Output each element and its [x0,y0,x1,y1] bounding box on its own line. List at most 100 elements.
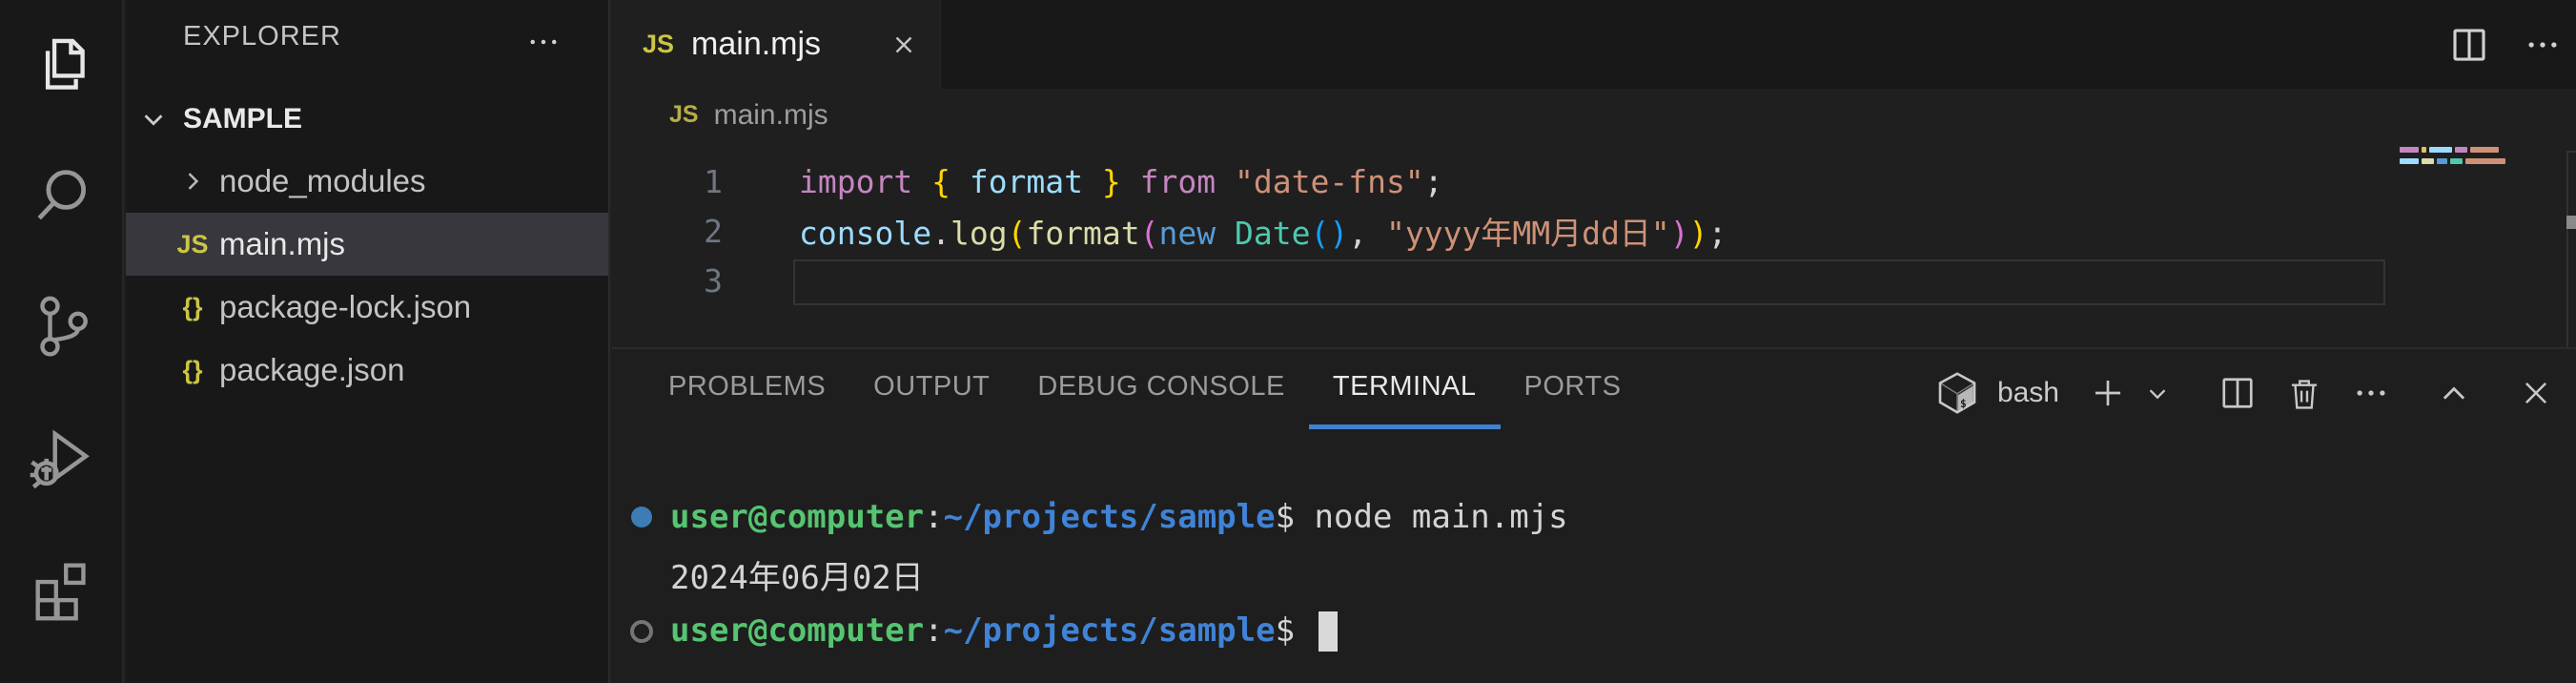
explorer-item-package-lock.json[interactable]: {}package-lock.json [126,276,608,339]
terminal-gutter [612,620,670,643]
code-editor[interactable]: 1 import { format } from "date-fns"; 2 cons… [612,141,2576,347]
terminal-segment: node main.mjs [1315,498,1568,536]
close-panel-icon[interactable] [2519,376,2553,410]
code-token: , [1348,215,1386,252]
terminal-segment: : [924,498,943,536]
code-token: "date-fns" [1235,163,1424,200]
minimap-token [2422,158,2434,164]
code-token [1216,215,1235,252]
activity-item-files[interactable] [0,0,122,131]
split-terminal-icon[interactable] [2219,375,2256,411]
code-token: ) [1329,215,1348,252]
file-label: main.mjs [219,226,345,262]
file-label: package.json [219,352,404,388]
code-token: Date [1235,215,1310,252]
explorer-file-tree: node_modulesJSmain.mjs{}package-lock.jso… [126,150,608,402]
minimap[interactable] [2400,147,2508,170]
panel-tab-output[interactable]: OUTPUT [849,349,1013,429]
code-token: ( [1140,215,1159,252]
panel-header: PROBLEMSOUTPUTDEBUG CONSOLETERMINALPORTS… [612,349,2576,437]
line-number: 1 [612,163,723,200]
terminal-segment: user@computer [670,611,924,650]
command-pending-decoration-icon[interactable] [630,620,653,643]
code-token: ; [1707,215,1727,252]
terminal-gutter [612,507,670,528]
minimap-token [2429,147,2452,153]
code-token: format [1026,215,1139,252]
code-token: from [1121,163,1235,200]
code-text: import { format } from "date-fns"; [799,163,1443,200]
chevron-right-icon [168,168,217,195]
js-file-icon: JS [168,230,217,259]
code-token: ) [1689,215,1708,252]
code-token: ) [1670,215,1689,252]
code-line: 2 console.log(format(new Date(), "yyyy年MM… [612,206,2576,256]
explorer-title-row: EXPLORER [126,17,608,59]
scrollbar-thumb[interactable] [2566,216,2576,229]
explorer-item-node_modules[interactable]: node_modules [126,150,608,213]
code-token: ( [1008,215,1027,252]
breadcrumb-file-label[interactable]: main.mjs [714,99,828,132]
editor-scrollbar[interactable] [2566,151,2576,347]
breadcrumb: JS main.mjs [612,89,2576,141]
terminal-row: user@computer:~/projects/sample$ [612,603,2576,660]
editor-more-actions-icon[interactable] [2525,27,2561,63]
code-token: format [951,163,1102,200]
terminal-segment: ~/projects/sample [944,611,1276,650]
activity-item-run-debug[interactable] [0,392,122,523]
activity-item-search[interactable] [0,131,122,261]
line-number: 3 [612,262,723,300]
terminal-output[interactable]: user@computer:~/projects/sample$ node ma… [612,488,2576,660]
tab-close-icon[interactable] [889,31,918,59]
panel-more-actions-icon[interactable] [2353,375,2389,411]
sidebar-explorer: EXPLORER SAMPLE node_modulesJSmain.mjs{}… [126,0,610,683]
terminal-row: user@computer:~/projects/sample$ node ma… [612,488,2576,546]
explorer-more-actions-icon[interactable] [526,25,561,59]
panel-tab-terminal[interactable]: TERMINAL [1309,349,1501,429]
panel-tab-problems[interactable]: PROBLEMS [644,349,849,429]
terminal-segment: user@computer [670,498,924,536]
extensions-icon [30,555,92,622]
code-token: ( [1311,215,1330,252]
code-token: . [931,215,951,252]
panel-tab-ports[interactable]: PORTS [1501,349,1646,429]
terminal-cursor [1319,611,1338,652]
terminal-dropdown-chevron-icon[interactable] [2143,379,2172,407]
explorer-section-header[interactable]: SAMPLE [126,97,608,141]
terminal-segment: 2024年06月02日 [670,559,924,597]
js-file-icon: JS [669,101,699,129]
terminal-text: user@computer:~/projects/sample$ [670,611,1338,652]
tab-label: main.mjs [691,26,821,63]
minimap-token [2450,158,2463,164]
tab-main-mjs[interactable]: JS main.mjs [612,0,941,89]
activity-bar [0,0,124,683]
code-token: "yyyy年MM月dd日" [1386,215,1670,252]
kill-terminal-trash-icon[interactable] [2286,375,2322,411]
command-success-decoration-icon[interactable] [631,507,652,528]
terminal-segment: ~/projects/sample [944,498,1276,536]
code-line: 1 import { format } from "date-fns"; [612,156,2576,206]
new-terminal-icon[interactable] [2090,375,2126,411]
split-editor-icon[interactable] [2450,26,2488,64]
minimap-token [2400,158,2419,164]
bash-terminal-icon[interactable]: $ [1934,370,1980,416]
panel-tab-debug-console[interactable]: DEBUG CONSOLE [1013,349,1309,429]
code-token: { [931,163,951,200]
shell-label[interactable]: bash [1997,377,2059,409]
explorer-item-package.json[interactable]: {}package.json [126,339,608,402]
minimap-token [2400,147,2419,153]
run-debug-icon [28,424,94,492]
maximize-panel-chevron-up-icon[interactable] [2437,376,2471,410]
explorer-item-main.mjs[interactable]: JSmain.mjs [126,213,608,276]
code-text: console.log(format(new Date(), "yyyy年MM月… [799,208,1727,254]
activity-item-source-control[interactable] [0,261,122,392]
minimap-token [2470,147,2499,153]
search-icon [29,163,93,230]
explorer-title: EXPLORER [183,21,341,52]
editor-actions [2450,0,2561,89]
explorer-section-label: SAMPLE [183,103,302,135]
line-number: 2 [612,213,723,250]
files-icon [30,32,92,99]
activity-item-extensions[interactable] [0,523,122,653]
file-label: package-lock.json [219,289,471,325]
